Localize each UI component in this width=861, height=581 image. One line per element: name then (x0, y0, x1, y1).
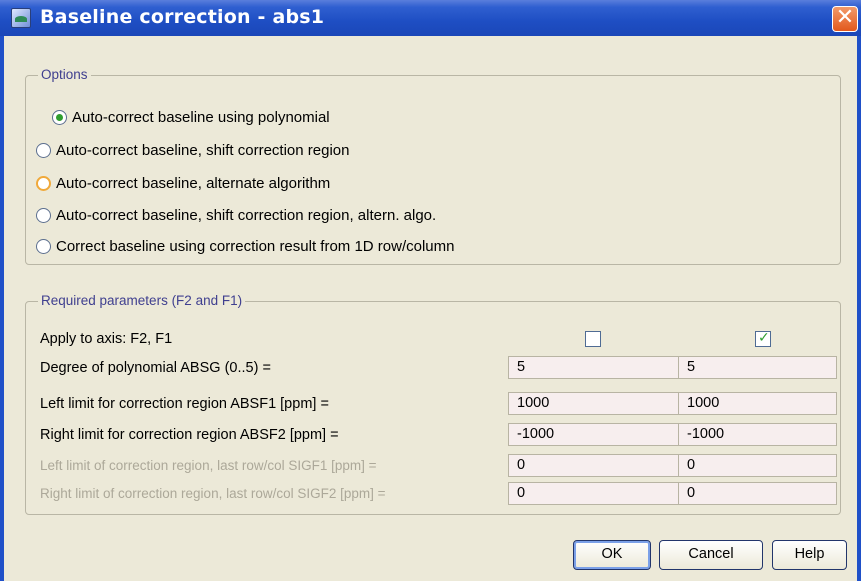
radio-button[interactable] (36, 207, 51, 223)
radio-button-checked[interactable] (52, 109, 67, 125)
title-bar[interactable]: Baseline correction - abs1 ✕ (0, 0, 861, 36)
option-polynomial[interactable]: Auto-correct baseline using polynomial (52, 106, 330, 128)
sigf2-f1-field[interactable]: 0 (678, 482, 837, 505)
dialog-window: Baseline correction - abs1 ✕ Options Aut… (0, 0, 861, 581)
ok-button[interactable]: OK (573, 540, 651, 570)
sigf2-label: Right limit of correction region, last r… (40, 486, 386, 501)
option-from-1d-row[interactable]: Correct baseline using correction result… (36, 235, 455, 257)
left-limit-label: Left limit for correction region ABSF1 [… (40, 396, 329, 412)
options-legend: Options (38, 67, 91, 82)
close-icon: ✕ (835, 5, 855, 30)
option-label: Auto-correct baseline using polynomial (72, 108, 330, 126)
degree-f2-field[interactable]: 5 (508, 356, 679, 379)
options-group: Options Auto-correct baseline using poly… (25, 67, 841, 265)
sigf1-label: Left limit of correction region, last ro… (40, 458, 377, 473)
sigf1-f2-field[interactable]: 0 (508, 454, 679, 477)
window-title: Baseline correction - abs1 (40, 6, 325, 28)
option-label: Correct baseline using correction result… (56, 237, 455, 255)
sigf2-f2-field[interactable]: 0 (508, 482, 679, 505)
apply-f2-checkbox[interactable] (585, 331, 601, 347)
degree-f1-field[interactable]: 5 (678, 356, 837, 379)
left-limit-f2-field[interactable]: 1000 (508, 392, 679, 415)
right-limit-label: Right limit for correction region ABSF2 … (40, 427, 339, 443)
option-shift-region-altern[interactable]: Auto-correct baseline, shift correction … (36, 204, 436, 226)
option-label: Auto-correct baseline, shift correction … (56, 206, 437, 224)
apply-axis-label: Apply to axis: F2, F1 (40, 331, 173, 347)
radio-button[interactable] (36, 238, 51, 254)
option-alternate-algorithm[interactable]: Auto-correct baseline, alternate algorit… (36, 172, 330, 194)
help-button[interactable]: Help (772, 540, 847, 570)
app-icon (11, 8, 31, 28)
radio-button[interactable] (36, 175, 51, 191)
option-shift-region[interactable]: Auto-correct baseline, shift correction … (36, 139, 349, 161)
window-border-right (857, 36, 861, 581)
option-label: Auto-correct baseline, alternate algorit… (56, 174, 331, 192)
apply-f1-checkbox[interactable]: ✓ (755, 330, 771, 347)
degree-label: Degree of polynomial ABSG (0..5) = (40, 360, 271, 376)
window-border-left (0, 36, 4, 581)
close-button[interactable]: ✕ (832, 6, 858, 32)
right-limit-f1-field[interactable]: -1000 (678, 423, 837, 446)
radio-button[interactable] (36, 142, 51, 158)
check-icon: ✓ (758, 330, 770, 346)
option-label: Auto-correct baseline, shift correction … (56, 141, 350, 159)
sigf1-f1-field[interactable]: 0 (678, 454, 837, 477)
parameters-legend: Required parameters (F2 and F1) (38, 293, 246, 308)
right-limit-f2-field[interactable]: -1000 (508, 423, 679, 446)
left-limit-f1-field[interactable]: 1000 (678, 392, 837, 415)
cancel-button[interactable]: Cancel (659, 540, 763, 570)
